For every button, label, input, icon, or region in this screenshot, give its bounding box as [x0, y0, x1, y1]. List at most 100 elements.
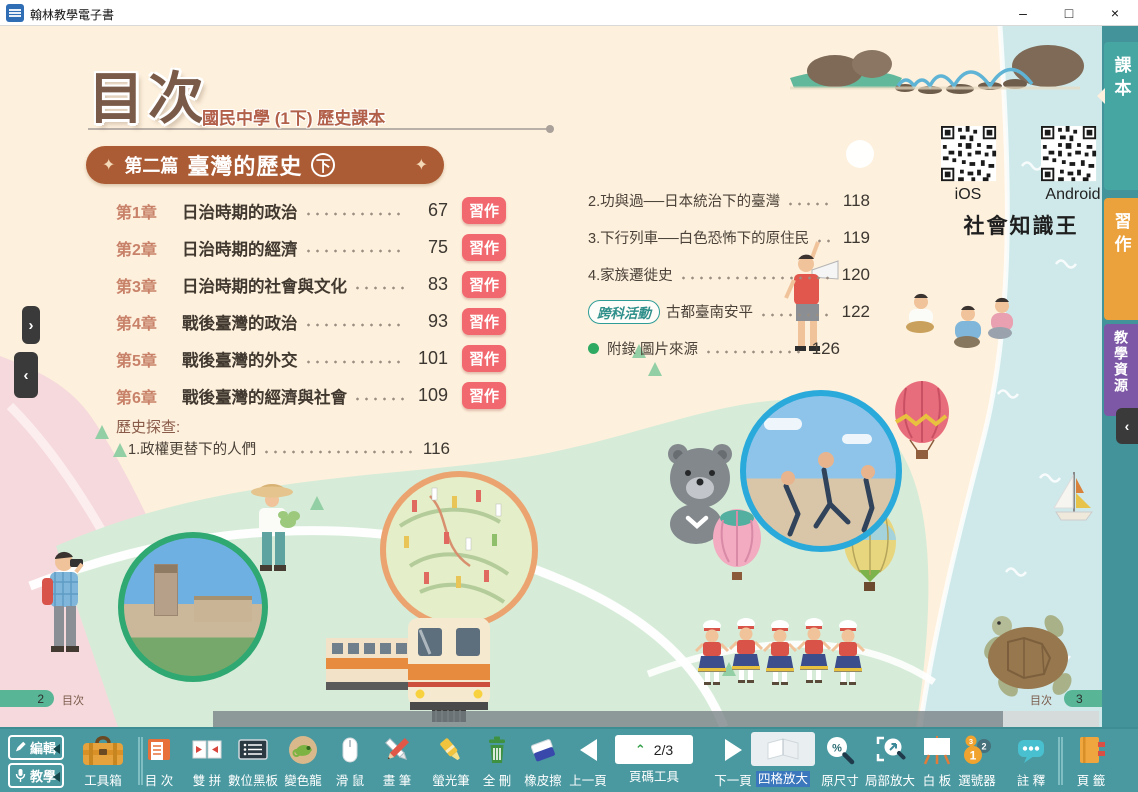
toolbar-toc-button[interactable]: 目 次: [131, 732, 187, 792]
workbook-badge[interactable]: 習作: [462, 308, 506, 335]
number-picker-button[interactable]: 321 選號器: [949, 732, 1005, 792]
appendix-page: 126: [812, 339, 840, 359]
island-bridge-illustration: [790, 45, 1084, 94]
minimize-button[interactable]: –: [1008, 2, 1038, 24]
open-book-icon: [763, 735, 803, 763]
toc-item-row[interactable]: 3.下行列車──白色恐怖下的原住民 119: [588, 219, 870, 256]
toc-item-page: 118: [843, 191, 870, 211]
map-illustration: [383, 474, 535, 626]
right-column-list: 2.功與過──日本統治下的臺灣 118 3.下行列車──白色恐怖下的原住民 11…: [588, 182, 870, 367]
left-page-number-pill: 2: [0, 690, 54, 707]
toc-item-row[interactable]: 4.家族遷徙史 120: [588, 256, 870, 293]
chapter-row[interactable]: 第2章 日治時期的經濟 75 習作: [116, 229, 506, 266]
explore-heading: 歷史探查:: [116, 416, 180, 437]
cross-activity-row[interactable]: 跨科活動 古都臺南安平 122: [588, 293, 870, 330]
tab-workbook-label: 習作: [1109, 212, 1134, 258]
bullet-dot-icon: [588, 343, 599, 354]
page-indicator-box[interactable]: ⌃ 2/3: [615, 735, 693, 764]
chapter-row[interactable]: 第4章 戰後臺灣的政治 93 習作: [116, 303, 506, 340]
prev-page-icon: [580, 739, 597, 761]
toc-item-row[interactable]: 2.功與過──日本統治下的臺灣 118: [588, 182, 870, 219]
chapter-number: 第5章: [116, 347, 182, 371]
chevron-left-icon: [53, 744, 60, 754]
page-number-tool[interactable]: ⌃ 2/3 頁碼工具: [612, 732, 696, 792]
right-page-label: 目次: [1030, 692, 1052, 708]
svg-text:2: 2: [981, 742, 986, 752]
prev-page-button[interactable]: 上一頁: [562, 732, 614, 792]
appendix-row[interactable]: 附錄 圖片來源 126: [588, 330, 840, 367]
dotted-leader: [759, 312, 832, 318]
collapse-left-panel-button[interactable]: ‹: [14, 352, 38, 398]
expand-left-panel-button[interactable]: ›: [22, 306, 40, 344]
teach-mode-button[interactable]: 教學: [8, 763, 64, 788]
active-tab-notch: [1097, 88, 1105, 104]
mouse-mode-button[interactable]: 滑 鼠: [324, 732, 376, 792]
number-picker-label: 選號器: [949, 770, 1005, 789]
dotted-leader: [304, 322, 406, 328]
chapter-title: 戰後臺灣的外交: [182, 347, 298, 371]
chapter-page-number: 93: [412, 311, 448, 332]
tab-teaching-resources[interactable]: 教學資源: [1104, 324, 1138, 416]
cross-activity-badge: 跨科活動: [588, 300, 660, 324]
explore-item-text: 1.政權更替下的人們: [128, 438, 256, 459]
dancing-people-photo: [740, 390, 902, 552]
dotted-leader: [304, 359, 406, 365]
right-tab-strip: 課本 習作 教學資源 ‹: [1102, 26, 1138, 727]
toolbox-button[interactable]: 工具箱: [74, 732, 132, 792]
volume-badge: 下: [311, 153, 335, 177]
toc-item-text: 3.下行列車──白色恐怖下的原住民: [588, 227, 809, 248]
sitting-group-illustration: [906, 294, 1013, 348]
dotted-leader: [304, 211, 406, 217]
chapter-list: 第1章 日治時期的政治 67 習作 第2章 日治時期的經濟 75 習作 第3章 …: [116, 192, 506, 414]
explore-page-number: 116: [423, 439, 450, 459]
tab-teaching-resources-label: 教學資源: [1111, 330, 1131, 394]
close-button[interactable]: ×: [1100, 2, 1130, 24]
edit-mode-button[interactable]: 編輯: [8, 735, 64, 760]
toc-icon: [131, 732, 187, 768]
collapse-right-panel-button[interactable]: ‹: [1116, 408, 1138, 444]
chapter-number: 第6章: [116, 384, 182, 408]
dotted-leader: [786, 201, 833, 207]
pen-label: 畫 筆: [371, 770, 423, 789]
chapter-title: 日治時期的經濟: [182, 236, 298, 260]
toc-item-page: 119: [843, 228, 870, 248]
chapter-row[interactable]: 第6章 戰後臺灣的經濟與社會 109 習作: [116, 377, 506, 414]
chapter-row[interactable]: 第1章 日治時期的政治 67 習作: [116, 192, 506, 229]
svg-text:3: 3: [969, 737, 973, 746]
speech-bubble-icon: [1006, 732, 1056, 768]
annotation-button[interactable]: 註 釋: [1006, 732, 1056, 792]
workbook-badge[interactable]: 習作: [462, 271, 506, 298]
bookmark-folder-icon: [1066, 732, 1116, 768]
window-titlebar: 翰林教學電子書 – □ ×: [0, 0, 1138, 26]
chapter-row[interactable]: 第5章 戰後臺灣的外交 101 習作: [116, 340, 506, 377]
page-tab-button[interactable]: 頁 籤: [1066, 732, 1116, 792]
workbook-badge[interactable]: 習作: [462, 197, 506, 224]
chapter-row[interactable]: 第3章 日治時期的社會與文化 83 習作: [116, 266, 506, 303]
tab-workbook[interactable]: 習作: [1104, 198, 1138, 320]
quad-zoom-label: 四格放大: [756, 771, 810, 787]
mouse-label: 滑 鼠: [324, 770, 376, 789]
dotted-leader: [353, 285, 406, 291]
pen-button[interactable]: 畫 筆: [371, 732, 423, 792]
workbook-badge[interactable]: 習作: [462, 234, 506, 261]
dotted-leader: [815, 238, 833, 244]
tab-textbook[interactable]: 課本: [1104, 42, 1138, 190]
qr-ios-label: iOS: [936, 186, 1000, 204]
cross-activity-text: 古都臺南安平: [666, 301, 753, 322]
chapter-page-number: 101: [412, 348, 448, 369]
workbook-badge[interactable]: 習作: [462, 382, 506, 409]
mouse-icon: [324, 732, 376, 768]
toc-label: 目 次: [131, 770, 187, 789]
chevron-left-icon: [53, 772, 60, 782]
star-icon: ✦: [102, 155, 115, 175]
microphone-icon: [14, 769, 27, 783]
app-logo-icon: [6, 4, 24, 22]
workbook-badge[interactable]: 習作: [462, 345, 506, 372]
page-title: 目次: [88, 54, 208, 135]
pen-icon: [371, 732, 423, 768]
maximize-button[interactable]: □: [1054, 2, 1084, 24]
explore-item[interactable]: 1.政權更替下的人們 116: [128, 438, 450, 459]
quad-zoom-button[interactable]: 四格放大: [751, 732, 815, 792]
section-number: 第二篇: [124, 152, 178, 178]
chapter-title: 戰後臺灣的經濟與社會: [182, 384, 347, 408]
